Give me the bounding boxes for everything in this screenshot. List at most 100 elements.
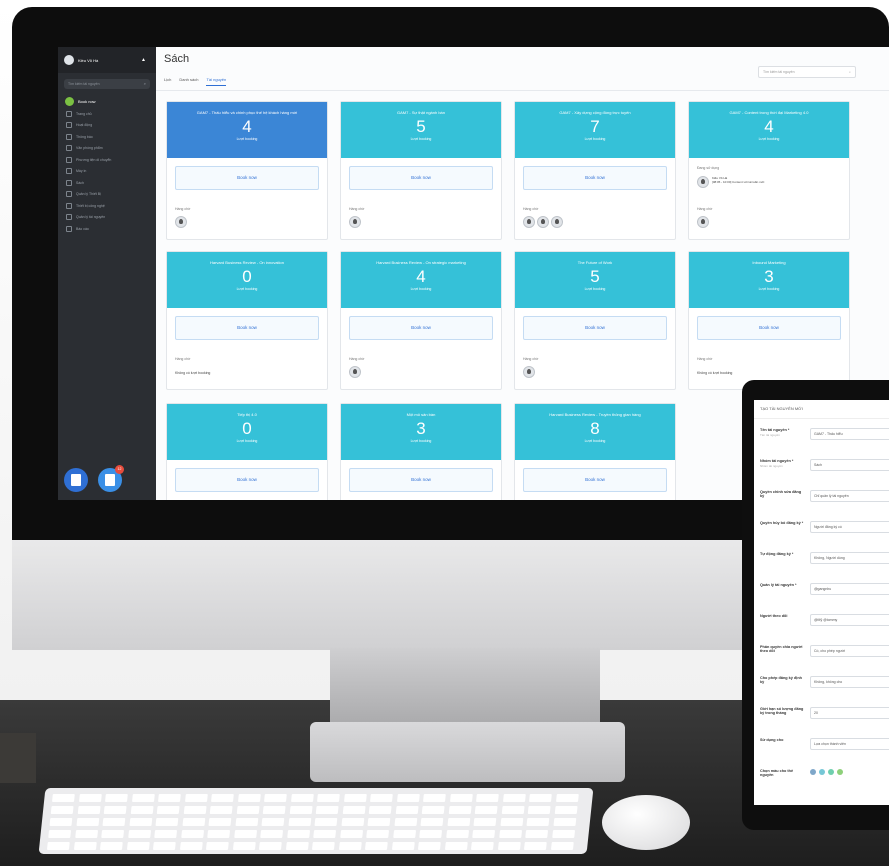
- keyboard-key: [313, 830, 337, 838]
- card-header: Harvard Business Review - On innovation 0…: [167, 252, 327, 308]
- keyboard-key: [369, 794, 393, 802]
- field-input[interactable]: Có, cho phép người: [810, 645, 889, 657]
- resource-name: Inbound Marketing: [752, 260, 786, 265]
- field-label: Chọn màu cho thẻ nguyên: [760, 769, 794, 777]
- keyboard-key: [48, 830, 72, 838]
- keyboard-key: [237, 794, 261, 802]
- tab[interactable]: Danh sách: [179, 77, 198, 86]
- help-button[interactable]: [64, 468, 88, 492]
- field-input[interactable]: GAM7 - Thấu hiểu: [810, 428, 889, 440]
- user-avatar[interactable]: [523, 366, 535, 378]
- form-field: Quyền chỉnh sửa đăng ký Chỉ quản lý tài n…: [760, 490, 889, 502]
- sidebar-search-input[interactable]: Tìm kiếm tài nguyên ⌕: [64, 79, 150, 89]
- book-now-button[interactable]: Book now: [697, 316, 841, 340]
- keyboard-key: [339, 830, 363, 838]
- sidebar-item[interactable]: Hoạt động: [58, 120, 156, 132]
- book-now-menu[interactable]: Book now: [58, 95, 156, 108]
- field-input[interactable]: Sách: [810, 459, 889, 471]
- resource-card[interactable]: GAM7 - Xây dựng cộng đồng trực tuyến 7 Lượ…: [514, 101, 676, 240]
- resource-search-input[interactable]: Tìm kiếm tài nguyên ⌕: [758, 66, 856, 78]
- keyboard-key: [421, 806, 445, 814]
- book-now-button[interactable]: Book now: [523, 468, 667, 492]
- resource-name: GAM7 - Xây dựng cộng đồng trực tuyến: [559, 110, 631, 115]
- book-now-button[interactable]: Book now: [349, 316, 493, 340]
- page-title: Sách: [164, 53, 190, 65]
- sidebar-item[interactable]: Thông báo: [58, 131, 156, 143]
- sidebar-item[interactable]: Phương tiện di chuyển: [58, 154, 156, 166]
- notes-button[interactable]: 12: [98, 465, 124, 492]
- user-avatar[interactable]: [697, 216, 709, 228]
- sidebar-item[interactable]: Trang chủ: [58, 108, 156, 120]
- caret-icon[interactable]: ▲: [141, 57, 146, 63]
- search-icon: ⌕: [143, 81, 146, 86]
- keyboard-key: [184, 794, 208, 802]
- book-now-button[interactable]: Book now: [175, 468, 319, 492]
- resource-card[interactable]: The Future of Work 5 Lượt booking Book now H…: [514, 251, 676, 390]
- resource-name: Harvard Business Review - Truyền thông g…: [549, 412, 641, 417]
- booking-count-label: Lượt booking: [236, 439, 258, 443]
- sidebar-item[interactable]: Quản lý Thiết Bị: [58, 189, 156, 201]
- sidebar-user[interactable]: Kiều Võ Hà ▲: [58, 47, 156, 73]
- field-input[interactable]: Không, Người dùng: [810, 552, 889, 564]
- queue-avatars: [697, 216, 709, 228]
- color-swatch[interactable]: [828, 769, 834, 775]
- keyboard-key: [50, 806, 74, 814]
- user-avatar[interactable]: [349, 366, 361, 378]
- user-avatar[interactable]: [537, 216, 549, 228]
- resource-card[interactable]: GAM7 - Thấu hiểu và chinh phục thế hệ kh…: [166, 101, 328, 240]
- menu-icon: [66, 110, 72, 117]
- resource-card[interactable]: Harvard Business Review - Truyền thông g…: [514, 403, 676, 500]
- sidebar-item-label: Phương tiện di chuyển: [76, 157, 112, 162]
- keyboard-key: [497, 842, 521, 850]
- field-input[interactable]: Không, không cho: [810, 676, 889, 688]
- field-input[interactable]: @gangnhu: [810, 583, 889, 595]
- queue-avatars: [523, 366, 535, 378]
- tab[interactable]: Lịch: [164, 77, 171, 86]
- keyboard-key: [340, 818, 364, 826]
- resource-card[interactable]: Tiếp thị 4.0 0 Lượt booking Book now: [166, 403, 328, 500]
- resource-card[interactable]: GAM7 - Content trong thời đại Marketing …: [688, 101, 850, 240]
- field-input[interactable]: @Mỹ @tommy: [810, 614, 889, 626]
- sidebar-item[interactable]: Văn phòng phẩm: [58, 143, 156, 155]
- field-input[interactable]: Lựa chọn thành viên: [810, 738, 889, 750]
- field-input[interactable]: Chỉ quản lý tài nguyên: [810, 490, 889, 502]
- color-swatch[interactable]: [819, 769, 825, 775]
- resource-card[interactable]: Harvard Business Review - On innovation 0…: [166, 251, 328, 390]
- field-label: Sử dụng cho: [760, 738, 784, 742]
- book-now-button[interactable]: Book now: [349, 468, 493, 492]
- resource-card[interactable]: Inbound Marketing 3 Lượt booking Book now Hà…: [688, 251, 850, 390]
- field-input[interactable]: Người đăng ký có: [810, 521, 889, 533]
- book-now-button[interactable]: Book now: [523, 166, 667, 190]
- book-now-button[interactable]: Book now: [349, 166, 493, 190]
- tab[interactable]: Tài nguyên: [206, 77, 227, 86]
- sidebar-item-label: Văn phòng phẩm: [76, 146, 103, 151]
- sidebar-item[interactable]: Thiết bị công nghệ: [58, 200, 156, 212]
- booking-count: 3: [416, 419, 426, 438]
- card-header: Tiếp thị 4.0 0 Lượt booking: [167, 404, 327, 460]
- sidebar-item[interactable]: Báo cáo: [58, 223, 156, 235]
- resource-card[interactable]: GAM7 - Sự thật ngành bán 5 Lượt booking Boo…: [340, 101, 502, 240]
- field-input[interactable]: 20: [810, 707, 889, 719]
- field-hint: Nhóm tài nguyên: [760, 464, 783, 468]
- keyboard-key: [449, 794, 473, 802]
- field-label: Phân quyền chia người theo dõi: [760, 645, 803, 653]
- user-avatar[interactable]: [523, 216, 535, 228]
- color-swatch[interactable]: [837, 769, 843, 775]
- menu-icon: [66, 133, 72, 140]
- resource-card[interactable]: Harvard Business Review - On strategic m…: [340, 251, 502, 390]
- sidebar-item[interactable]: Sách: [58, 177, 156, 189]
- user-avatar[interactable]: [349, 216, 361, 228]
- book-now-button[interactable]: Book now: [523, 316, 667, 340]
- book-now-button[interactable]: Book now: [175, 166, 319, 190]
- booking-count: 5: [416, 117, 426, 136]
- book-now-button[interactable]: Book now: [175, 316, 319, 340]
- user-avatar[interactable]: [175, 216, 187, 228]
- sidebar-item[interactable]: Quản lý tài nguyên: [58, 212, 156, 224]
- keyboard-key: [51, 794, 75, 802]
- resource-card[interactable]: Một mô sản bàn 3 Lượt booking Book now: [340, 403, 502, 500]
- booking-count: 7: [590, 117, 600, 136]
- sidebar-item[interactable]: Máy in: [58, 166, 156, 178]
- user-avatar[interactable]: [551, 216, 563, 228]
- color-swatch[interactable]: [810, 769, 816, 775]
- sidebar-menu: Trang chủ Hoạt động Thông báo Văn phòng phẩ…: [58, 108, 156, 235]
